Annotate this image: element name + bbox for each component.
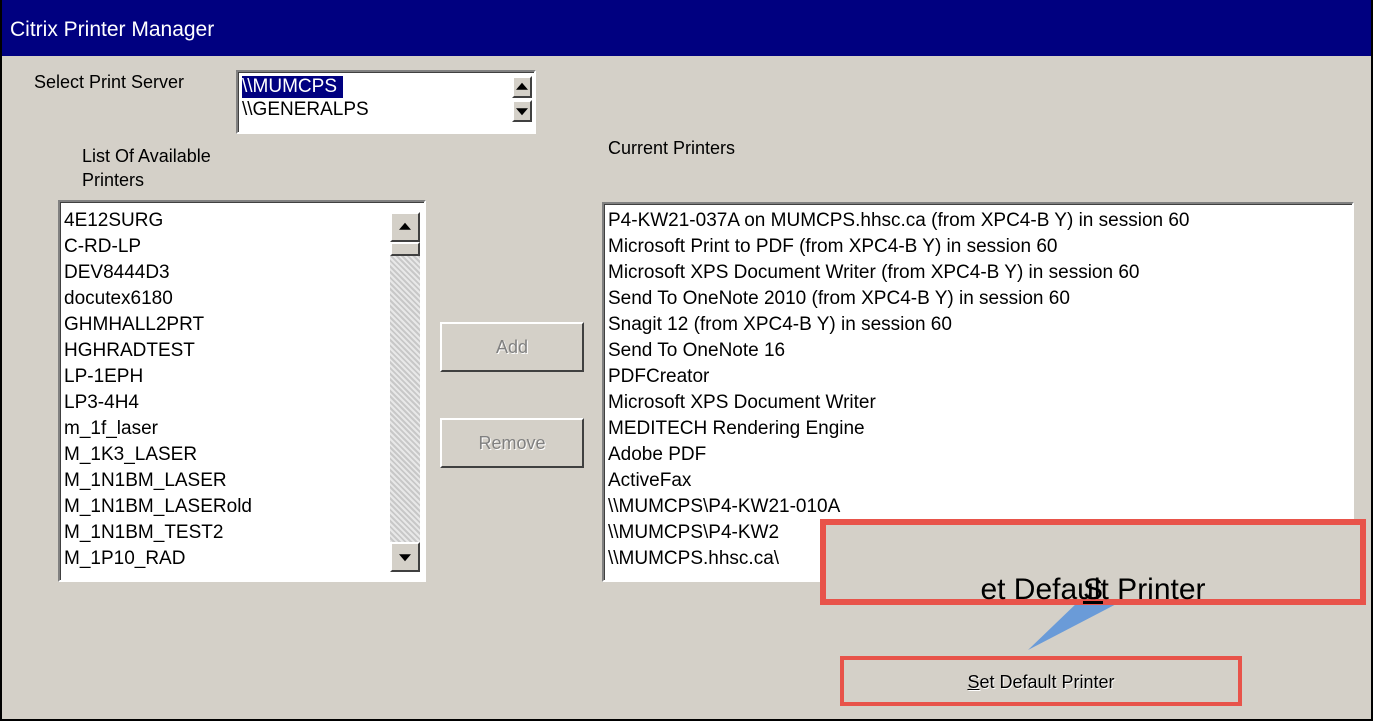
scroll-thumb[interactable] <box>390 242 420 256</box>
available-printer-item[interactable]: M_1N1BM_LASERold <box>64 494 252 520</box>
title-bar: Citrix Printer Manager <box>2 0 1371 56</box>
available-printer-item[interactable]: C-RD-LP <box>64 234 141 260</box>
current-printer-item[interactable]: Adobe PDF <box>608 442 706 468</box>
available-printer-item[interactable]: LP3-4H4 <box>64 390 139 416</box>
add-button-label: Add <box>495 337 529 357</box>
server-option-selected[interactable]: \\MUMCPS <box>242 76 343 98</box>
current-printer-item[interactable]: Snagit 12 (from XPC4-B Y) in session 60 <box>608 312 952 338</box>
current-printer-item[interactable]: \\MUMCPS\P4-KW2 <box>608 520 779 546</box>
set-default-accel: S <box>967 672 980 692</box>
current-printer-item[interactable]: P4-KW21-037A on MUMCPS.hhsc.ca (from XPC… <box>608 208 1190 234</box>
scroll-up-button[interactable] <box>512 76 532 98</box>
available-printer-item[interactable]: LP-1EPH <box>64 364 143 390</box>
available-printer-item[interactable]: docutex6180 <box>64 286 173 312</box>
current-printer-item[interactable]: PDFCreator <box>608 364 709 390</box>
scroll-down-button[interactable] <box>390 542 420 572</box>
scroll-track[interactable] <box>390 256 420 542</box>
available-printer-item[interactable]: M_1P10_RAD <box>64 546 185 572</box>
callout-pointer <box>1028 600 1124 650</box>
select-print-server-label: Select Print Server <box>34 72 185 92</box>
chevron-down-icon <box>399 554 411 562</box>
set-default-printer-button[interactable]: Set Default Printer <box>840 656 1242 706</box>
current-printer-item[interactable]: ActiveFax <box>608 468 691 494</box>
window-title: Citrix Printer Manager <box>10 18 215 41</box>
current-printer-item[interactable]: Microsoft XPS Document Writer <box>608 390 876 416</box>
available-printers-label-line1: List Of Available <box>82 146 211 166</box>
remove-button[interactable]: Remove <box>440 418 584 468</box>
available-printer-item[interactable]: DEV8444D3 <box>64 260 170 286</box>
available-printer-item[interactable]: HGHRADTEST <box>64 338 195 364</box>
set-default-label: et Default Printer <box>979 672 1115 692</box>
available-printer-item[interactable]: M_1K3_LASER <box>64 442 197 468</box>
chevron-up-icon <box>399 222 411 230</box>
available-printers-label-line2: Printers <box>82 170 145 190</box>
add-button[interactable]: Add <box>440 322 584 372</box>
current-printer-item[interactable]: MEDITECH Rendering Engine <box>608 416 865 442</box>
available-printer-item[interactable]: M_1N1BM_TEST2 <box>64 520 223 546</box>
available-printers-list[interactable]: 4E12SURG C-RD-LP DEV8444D3 docutex6180 GHMHA… <box>58 200 426 582</box>
current-printer-item[interactable]: \\MUMCPS.hhsc.ca\ <box>608 546 779 572</box>
current-printer-item[interactable]: Send To OneNote 2010 (from XPC4-B Y) in … <box>608 286 1070 312</box>
available-printer-item[interactable]: m_1f_laser <box>64 416 158 442</box>
printer-manager-window: Citrix Printer Manager Select Print Serv… <box>0 0 1373 721</box>
scroll-down-button[interactable] <box>512 100 532 122</box>
current-printer-item[interactable]: Send To OneNote 16 <box>608 338 785 364</box>
callout-label: et Default Printer <box>980 573 1206 606</box>
remove-button-label: Remove <box>478 433 546 453</box>
current-printers-label: Current Printers <box>608 138 736 158</box>
print-server-list[interactable]: \\MUMCPS \\GENERALPS <box>236 70 536 134</box>
available-printer-item[interactable]: GHMHALL2PRT <box>64 312 204 338</box>
server-option[interactable]: \\GENERALPS <box>242 99 369 121</box>
available-printer-item[interactable]: 4E12SURG <box>64 208 163 234</box>
available-printer-item[interactable]: M_1N1BM_LASER <box>64 468 227 494</box>
callout-pointer-triangle <box>1028 600 1124 650</box>
current-printer-item[interactable]: Microsoft Print to PDF (from XPC4-B Y) i… <box>608 234 1057 260</box>
chevron-down-icon <box>516 108 528 116</box>
zoom-callout: Set Default Printer <box>820 519 1366 606</box>
current-printer-item[interactable]: \\MUMCPS\P4-KW21-010A <box>608 494 840 520</box>
current-printer-item[interactable]: Microsoft XPS Document Writer (from XPC4… <box>608 260 1139 286</box>
chevron-up-icon <box>516 82 528 90</box>
scroll-up-button[interactable] <box>390 212 420 242</box>
